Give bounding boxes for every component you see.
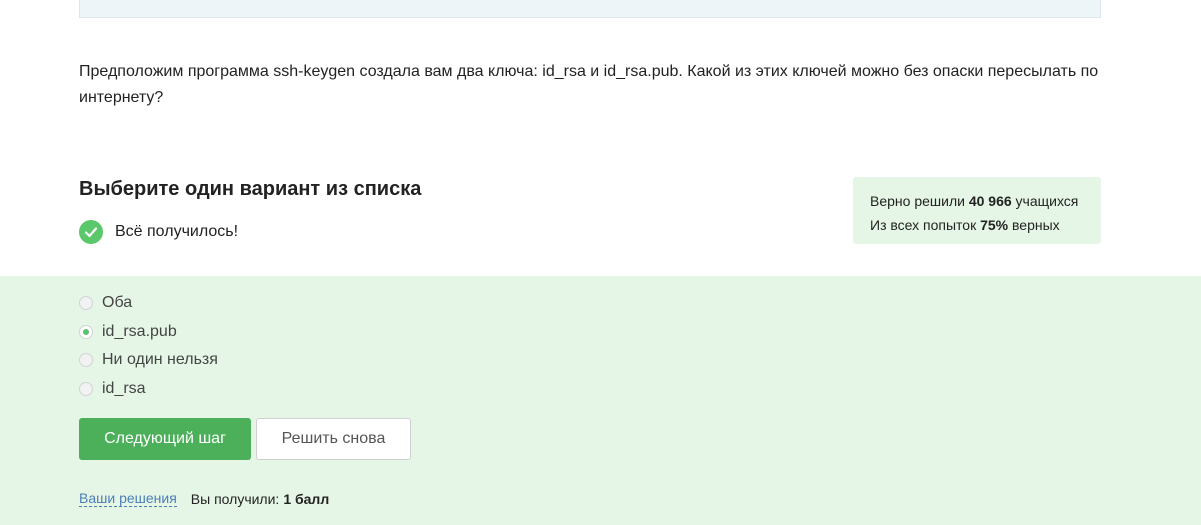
option-item[interactable]: id_rsa.pub (79, 322, 177, 342)
success-message: Всё получилось! (115, 223, 239, 240)
check-circle-icon (79, 220, 103, 244)
option-label: id_rsa (102, 380, 146, 397)
next-step-button[interactable]: Следующий шаг (79, 418, 251, 460)
radio-button[interactable] (79, 353, 93, 367)
stats-box: Верно решили 40 966 учащихся Из всех поп… (853, 177, 1101, 244)
quiz-title: Выберите один вариант из списка (79, 178, 422, 200)
solved-stat: Верно решили 40 966 учащихся (870, 189, 1101, 213)
option-label: id_rsa.pub (102, 323, 177, 340)
your-solutions-link[interactable]: Ваши решения (79, 490, 177, 507)
option-item[interactable]: Ни один нельзя (79, 350, 218, 370)
radio-button[interactable] (79, 382, 93, 396)
attempts-suffix: верных (1012, 217, 1060, 233)
score-value: 1 балл (283, 490, 330, 507)
solved-prefix: Верно решили (870, 193, 965, 209)
option-label: Ни один нельзя (102, 351, 218, 368)
previous-content-box (79, 0, 1101, 18)
solve-again-button[interactable]: Решить снова (256, 418, 411, 460)
attempts-stat: Из всех попыток 75% верных (870, 213, 1101, 237)
option-item[interactable]: id_rsa (79, 379, 146, 399)
attempts-percent: 75% (980, 217, 1009, 233)
solved-count: 40 966 (968, 193, 1012, 209)
question-text: Предположим программа ssh-keygen создала… (79, 63, 1099, 106)
attempts-prefix: Из всех попыток (870, 217, 977, 233)
answer-area (0, 276, 1201, 525)
solved-suffix: учащихся (1015, 193, 1079, 209)
radio-button-selected[interactable] (79, 325, 93, 339)
radio-button[interactable] (79, 296, 93, 310)
option-label: Оба (102, 294, 133, 311)
score-prefix: Вы получили: (190, 490, 280, 507)
success-status: Всё получилось! (79, 220, 238, 244)
footer-row: Ваши решения Вы получили: 1 балл (79, 490, 329, 507)
option-item[interactable]: Оба (79, 293, 132, 313)
